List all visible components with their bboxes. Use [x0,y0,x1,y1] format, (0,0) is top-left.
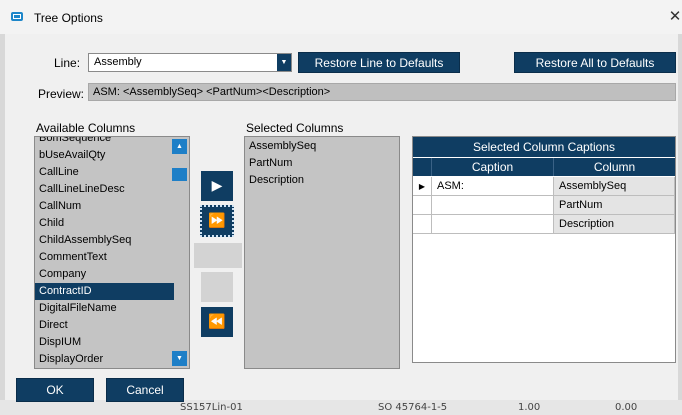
grid-header-indicator [413,158,432,176]
list-item[interactable]: DispIUM [39,334,81,351]
background-row-text: 0.00 [615,402,638,413]
column-cell: PartNum [554,196,675,215]
add-all-columns-button[interactable]: ⏩ [200,205,234,237]
background-edge-right [678,34,682,415]
scroll-down-icon[interactable]: ▼ [172,351,187,366]
list-item[interactable]: CallNum [39,198,81,215]
caption-cell[interactable] [432,196,554,215]
scrollbar-thumb[interactable] [172,168,187,181]
preview-field: ASM: <AssemblySeq> <PartNum><Description… [88,83,676,101]
line-dropdown-value: Assembly [94,56,142,68]
line-dropdown[interactable]: Assembly ▼ [88,53,292,72]
list-item[interactable]: PartNum [249,155,292,172]
remove-column-button[interactable] [194,243,242,268]
list-item[interactable]: AssemblySeq [249,138,316,155]
background-row-text: SS157Lin-01 [180,402,243,413]
row-indicator [413,215,432,234]
remove-all-columns-button[interactable]: ⏪ [201,307,233,337]
list-item[interactable]: CommentText [39,249,107,266]
double-arrow-left-icon: ⏪ [208,314,226,330]
selected-columns-list[interactable]: AssemblySeq PartNum Description [244,136,400,369]
caption-cell[interactable] [432,215,554,234]
list-item[interactable]: DigitalFileName [39,300,117,317]
caption-cell[interactable]: ASM: [432,177,554,196]
list-item[interactable]: Company [39,266,86,283]
available-columns-label: Available Columns [36,121,136,135]
grid-header-caption[interactable]: Caption [432,158,554,176]
column-cell: AssemblySeq [554,177,675,196]
chevron-down-icon[interactable]: ▼ [277,54,291,71]
list-item[interactable]: bUseAvailQty [39,147,105,164]
cancel-button[interactable]: Cancel [106,378,184,402]
available-columns-list[interactable]: BomSequence bUseAvailQty CallLine CallLi… [34,136,190,369]
line-label: Line: [54,56,81,70]
list-item-selected[interactable]: ContractID [35,283,174,300]
remove-column-button-disabled[interactable] [201,272,233,302]
preview-value: ASM: <AssemblySeq> <PartNum><Description… [93,86,331,98]
grid-title: Selected Column Captions [413,137,675,157]
list-item[interactable]: Child [39,215,64,232]
arrow-right-icon: ▶ [211,178,223,194]
list-item[interactable]: BomSequence [39,137,111,147]
list-item[interactable]: DisplayOrder [39,351,103,368]
close-icon[interactable]: ✕ [668,9,682,24]
grid-header-column[interactable]: Column [554,158,675,176]
window-title: Tree Options [34,11,103,25]
row-indicator [413,196,432,215]
background-row-text: SO 45764-1-5 [378,402,448,413]
ok-button[interactable]: OK [16,378,94,402]
selected-columns-label: Selected Columns [246,121,344,135]
list-item[interactable]: CallLineLineDesc [39,181,125,198]
restore-line-defaults-button[interactable]: Restore Line to Defaults [298,52,460,73]
scroll-up-icon[interactable]: ▲ [172,139,187,154]
background-grid-strip [0,400,682,415]
background-edge-left [0,34,5,415]
list-item[interactable]: Description [249,172,304,189]
list-item[interactable]: CallLine [39,164,79,181]
add-column-button[interactable]: ▶ [201,171,233,201]
list-item[interactable]: ChildAssemblySeq [39,232,131,249]
restore-all-defaults-button[interactable]: Restore All to Defaults [514,52,676,73]
column-captions-grid: Selected Column Captions Caption Column … [412,136,676,363]
column-cell: Description [554,215,675,234]
row-pointer-icon: ▶ [413,177,432,196]
list-item[interactable]: Direct [39,317,68,334]
double-arrow-right-icon: ⏩ [208,213,226,229]
window-icon [11,12,23,21]
preview-label: Preview: [38,87,85,101]
background-row-text: 1.00 [518,402,541,413]
